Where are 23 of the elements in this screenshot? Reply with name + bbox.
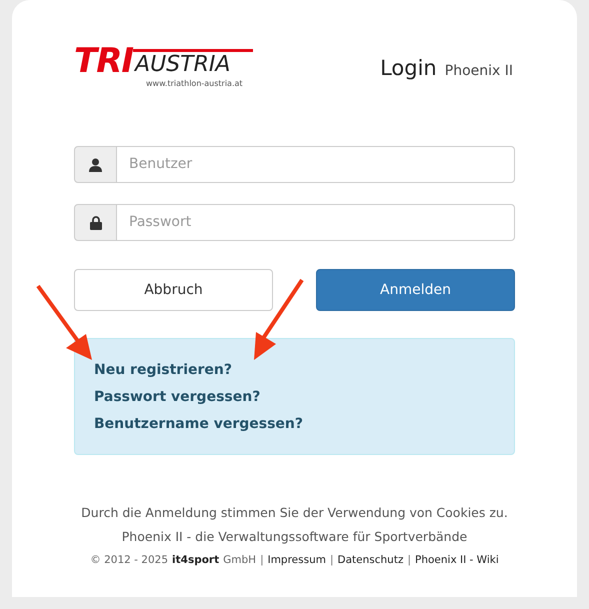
app-subtitle: Phoenix II	[444, 62, 513, 80]
separator: |	[407, 553, 412, 568]
help-link[interactable]: Benutzername vergessen?	[94, 413, 304, 436]
footer-link[interactable]: Impressum	[268, 549, 326, 571]
login-button[interactable]: Anmelden	[316, 269, 515, 311]
copyright-text: GmbH	[223, 553, 256, 568]
cancel-button[interactable]: Abbruch	[74, 269, 273, 311]
help-link[interactable]: Neu registrieren?	[94, 359, 232, 382]
footer-link[interactable]: it4sport	[172, 549, 220, 571]
cookie-note: Durch die Anmeldung stimmen Sie der Verwendung von Cookies zu.	[81, 504, 508, 522]
help-link[interactable]: Passwort vergessen?	[94, 386, 260, 409]
copyright-text: © 2012 - 2025	[90, 553, 168, 568]
logo: TRIAUSTRIA www.triathlon-austria.at	[74, 44, 268, 90]
login-title: Login	[380, 54, 437, 82]
footer-link[interactable]: Datenschutz	[338, 549, 404, 571]
separator: |	[260, 553, 264, 568]
password-field[interactable]: Passwort	[117, 204, 515, 241]
tagline: Phoenix II - die Verwaltungssoftware für Sportverbände	[122, 528, 468, 546]
user-icon	[89, 158, 102, 172]
username-field[interactable]: Benutzer	[117, 146, 515, 183]
separator: |	[330, 553, 334, 568]
lock-icon	[90, 216, 102, 230]
footer-link[interactable]: Phoenix II - Wiki	[415, 549, 499, 571]
